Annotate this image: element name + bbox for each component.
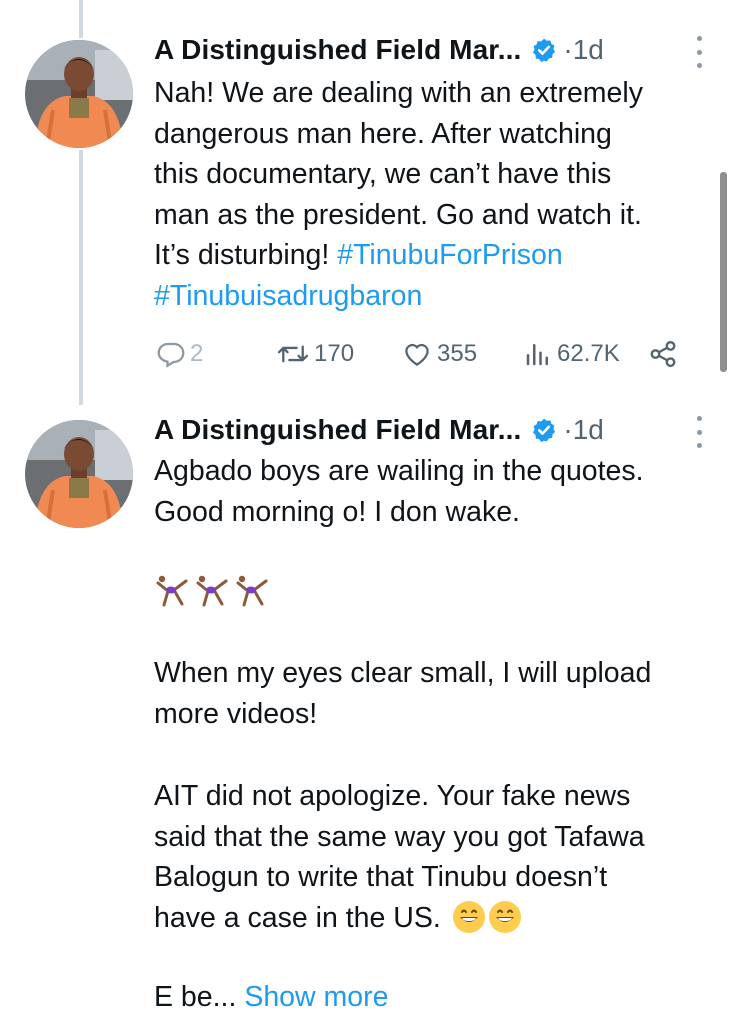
retweet-icon	[277, 345, 309, 363]
reply-button[interactable]: 2	[156, 339, 276, 369]
hashtag-link[interactable]: #Tinubuisadrugbaron	[154, 280, 422, 312]
tweet-2[interactable]: A Distinguished Field Mar... ·1d Agbado …	[0, 400, 729, 1024]
retweet-button[interactable]: 170	[276, 339, 401, 369]
cartwheel-emoji-icon	[196, 575, 228, 607]
avatar[interactable]	[25, 420, 133, 528]
tweet-text-paragraph: Agbado boys are wailing in the quotes. G…	[154, 455, 644, 528]
tweet-text: Nah! We are dealing with an extremely da…	[154, 77, 643, 312]
like-button[interactable]: 355	[401, 339, 523, 369]
hashtag-link[interactable]: #TinubuForPrison	[337, 239, 562, 271]
tweet-header: A Distinguished Field Mar... ·1d	[154, 410, 699, 450]
scrollbar[interactable]	[720, 172, 727, 372]
cartwheel-emoji-icon	[156, 575, 188, 607]
reply-icon	[157, 342, 185, 368]
verified-badge-icon	[531, 37, 557, 63]
tweet-actions: 2 170 355 62.7K	[156, 334, 689, 374]
tweet-1[interactable]: A Distinguished Field Mar... ·1d Nah! We…	[0, 0, 729, 400]
avatar[interactable]	[25, 40, 133, 148]
tweet-header: A Distinguished Field Mar... ·1d	[154, 30, 699, 70]
tweet-timestamp[interactable]: ·1d	[563, 34, 603, 66]
emoji-row	[154, 573, 270, 607]
author-name[interactable]: A Distinguished Field Mar...	[154, 34, 521, 66]
tweet-text-paragraph: AIT did not apologize. Your fake news sa…	[154, 780, 645, 934]
grinning-emoji-icon	[488, 900, 521, 933]
cartwheel-emoji-icon	[236, 575, 268, 607]
heart-icon	[405, 343, 429, 366]
tweet-text-paragraph: E be... Show more	[154, 981, 389, 1013]
show-more-link[interactable]: Show more	[244, 981, 388, 1013]
tweet-timestamp[interactable]: ·1d	[563, 414, 603, 446]
verified-badge-icon	[531, 417, 557, 443]
more-options-icon[interactable]	[695, 36, 703, 68]
views-button[interactable]: 62.7K	[523, 339, 648, 369]
tweet-text-paragraph: When my eyes clear small, I will upload …	[154, 657, 652, 730]
author-name[interactable]: A Distinguished Field Mar...	[154, 414, 521, 446]
share-button[interactable]	[648, 339, 678, 369]
more-options-icon[interactable]	[695, 416, 703, 448]
grinning-emoji-icon	[452, 900, 485, 933]
share-icon	[650, 340, 676, 368]
views-icon	[526, 344, 548, 366]
